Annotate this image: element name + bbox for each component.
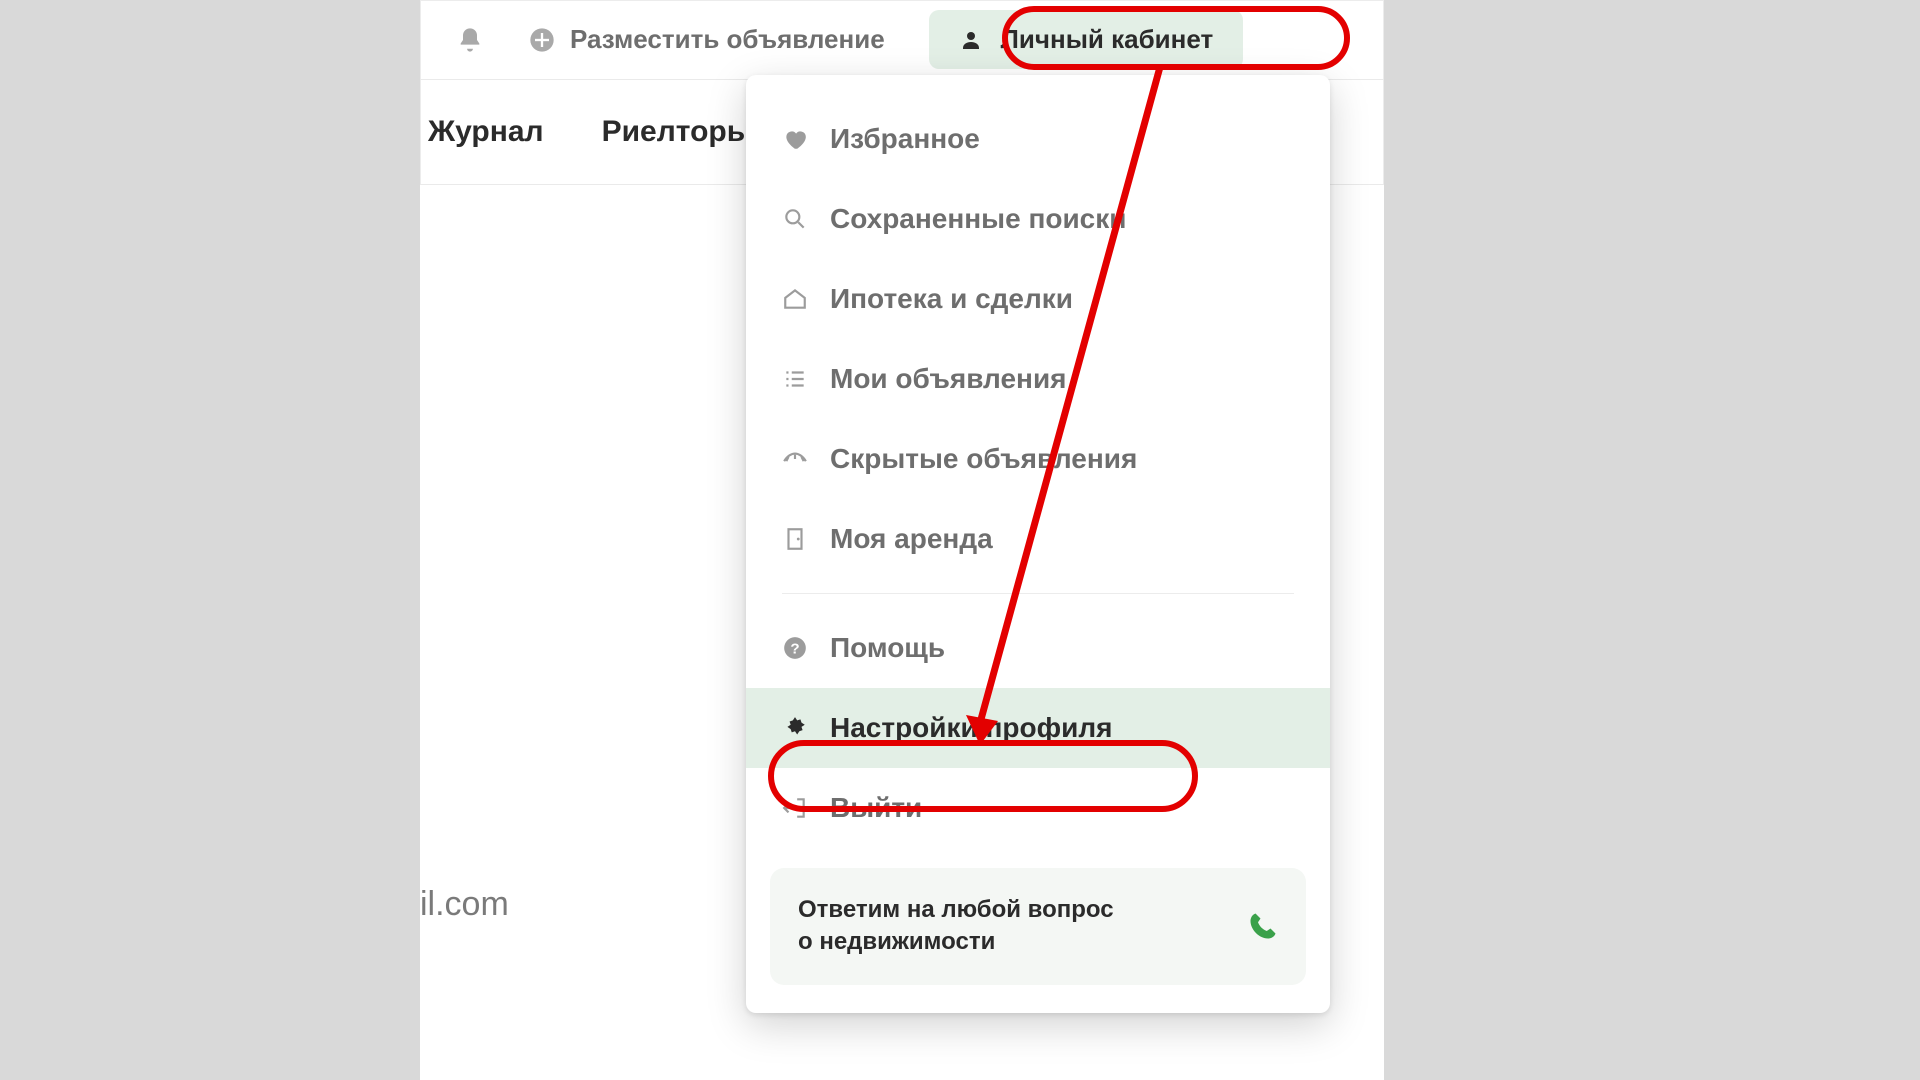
help-card-text: Ответим на любой вопрос о недвижимости [798,894,1114,959]
user-icon [959,28,983,52]
phone-icon [1248,911,1278,941]
menu-item-profile-settings[interactable]: Настройки профиля [746,688,1330,768]
nav-realtors[interactable]: Риелторы [602,115,753,149]
post-ad-button[interactable]: Разместить объявление [528,24,885,55]
door-icon [782,526,808,552]
search-saved-icon [782,206,808,232]
eye-hidden-icon [782,446,808,472]
menu-separator [782,593,1294,594]
menu-item-label: Сохраненные поиски [830,203,1126,235]
logout-icon [782,795,808,821]
account-button[interactable]: Личный кабинет [929,10,1244,69]
menu-item-label: Настройки профиля [830,712,1112,744]
menu-item-my-ads[interactable]: Мои объявления [746,339,1330,419]
svg-text:?: ? [790,640,799,657]
page-body: il.com Избранное Сохраненные поиски Ипот… [420,185,1384,1080]
menu-item-label: Избранное [830,123,980,155]
house-icon [782,286,808,312]
help-icon: ? [782,635,808,661]
menu-item-mortgage[interactable]: Ипотека и сделки [746,259,1330,339]
post-ad-label: Разместить объявление [570,24,885,55]
menu-item-label: Скрытые объявления [830,443,1137,475]
list-icon [782,366,808,392]
help-card[interactable]: Ответим на любой вопрос о недвижимости [770,868,1306,985]
menu-item-logout[interactable]: Выйти [746,768,1330,848]
menu-item-help[interactable]: ? Помощь [746,608,1330,688]
menu-item-hidden-ads[interactable]: Скрытые объявления [746,419,1330,499]
menu-item-saved-searches[interactable]: Сохраненные поиски [746,179,1330,259]
menu-item-label: Выйти [830,792,922,824]
heart-icon [782,126,808,152]
nav-journal[interactable]: Журнал [428,115,544,149]
menu-item-label: Ипотека и сделки [830,283,1073,315]
menu-item-favorites[interactable]: Избранное [746,99,1330,179]
partial-email-text: il.com [420,885,509,924]
menu-item-label: Помощь [830,632,945,664]
top-toolbar: Разместить объявление Личный кабинет [420,0,1384,80]
menu-item-label: Моя аренда [830,523,993,555]
menu-item-label: Мои объявления [830,363,1067,395]
help-card-line2: о недвижимости [798,926,1114,958]
account-label: Личный кабинет [1001,24,1214,55]
plus-circle-icon [528,26,556,54]
gear-icon [782,715,808,741]
account-dropdown: Избранное Сохраненные поиски Ипотека и с… [746,75,1330,1013]
menu-item-my-rent[interactable]: Моя аренда [746,499,1330,579]
help-card-line1: Ответим на любой вопрос [798,894,1114,926]
bell-icon[interactable] [456,26,484,54]
